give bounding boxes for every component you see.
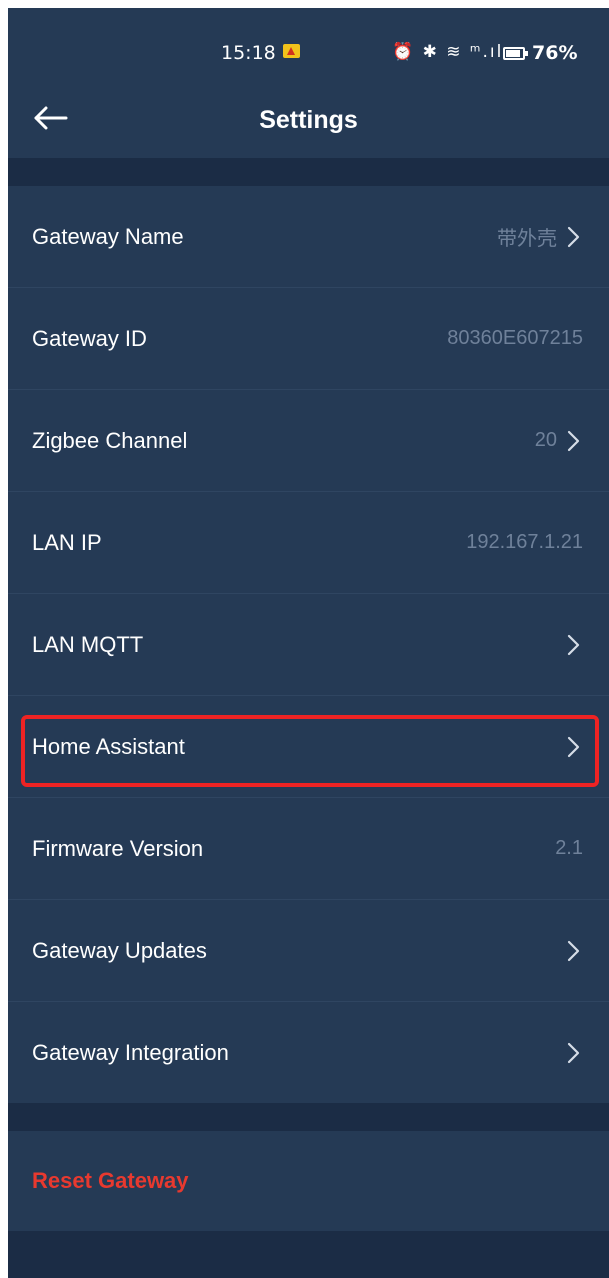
settings-row-value: 80360E607215 (447, 327, 583, 349)
bottom-bar (8, 1231, 609, 1278)
settings-row-label: Gateway Integration (32, 1040, 229, 1065)
app-header: Settings (8, 88, 609, 158)
battery-percent: 76% (532, 42, 578, 64)
status-bar: 15:18 ⏰ ✱ ≋ ᵐ.ıl 76% (8, 8, 609, 96)
settings-row-value: 带外壳 (497, 228, 557, 250)
settings-row-label: Firmware Version (32, 835, 204, 861)
chevron-right-icon (563, 224, 589, 250)
battery-icon (503, 47, 528, 60)
settings-row-label: LAN IP (32, 529, 102, 555)
settings-row-label: Zigbee Channel (32, 427, 188, 453)
settings-row-zigbee-channel[interactable]: Zigbee Channel 20 (8, 390, 609, 492)
settings-row-firmware-version: Firmware Version 2.1 (8, 798, 609, 900)
status-icons: ⏰ ✱ ≋ ᵐ.ıl (392, 42, 504, 62)
settings-row-label: LAN MQTT (32, 631, 144, 657)
settings-row-lan-mqtt[interactable]: LAN MQTT (8, 594, 609, 696)
settings-row-home-assistant[interactable]: Home Assistant (8, 696, 609, 798)
chevron-right-icon (563, 1040, 589, 1066)
status-time: 15:18 (221, 42, 276, 64)
settings-row-label: Gateway Name (32, 223, 184, 249)
settings-row-gateway-name[interactable]: Gateway Name 带外壳 (8, 186, 609, 288)
settings-row-value: 192.167.1.21 (466, 531, 583, 553)
chevron-right-icon (563, 938, 589, 964)
settings-row-value: 2.1 (555, 837, 583, 859)
phone-screen: 15:18 ⏰ ✱ ≋ ᵐ.ıl 76% Settings Gateway Na… (8, 8, 609, 1278)
page-title: Settings (259, 106, 358, 134)
settings-row-label: Gateway Updates (32, 937, 207, 963)
settings-row-lan-ip: LAN IP 192.167.1.21 (8, 492, 609, 594)
chevron-right-icon (563, 428, 589, 454)
section-divider (8, 1103, 609, 1131)
settings-row-value: 20 (534, 429, 557, 451)
settings-row-label: Home Assistant (32, 733, 185, 759)
settings-row-gateway-updates[interactable]: Gateway Updates (8, 900, 609, 1002)
warning-icon (283, 44, 300, 58)
settings-list: Gateway Name 带外壳 Gateway ID 80360E607215 Zig… (8, 186, 609, 1104)
section-divider (8, 158, 609, 186)
reset-gateway-button[interactable]: Reset Gateway (8, 1131, 609, 1231)
settings-row-gateway-integration[interactable]: Gateway Integration (8, 1002, 609, 1104)
settings-row-gateway-id: Gateway ID 80360E607215 (8, 288, 609, 390)
settings-row-label: Gateway ID (32, 325, 147, 351)
chevron-right-icon (563, 632, 589, 658)
chevron-right-icon (563, 734, 589, 760)
